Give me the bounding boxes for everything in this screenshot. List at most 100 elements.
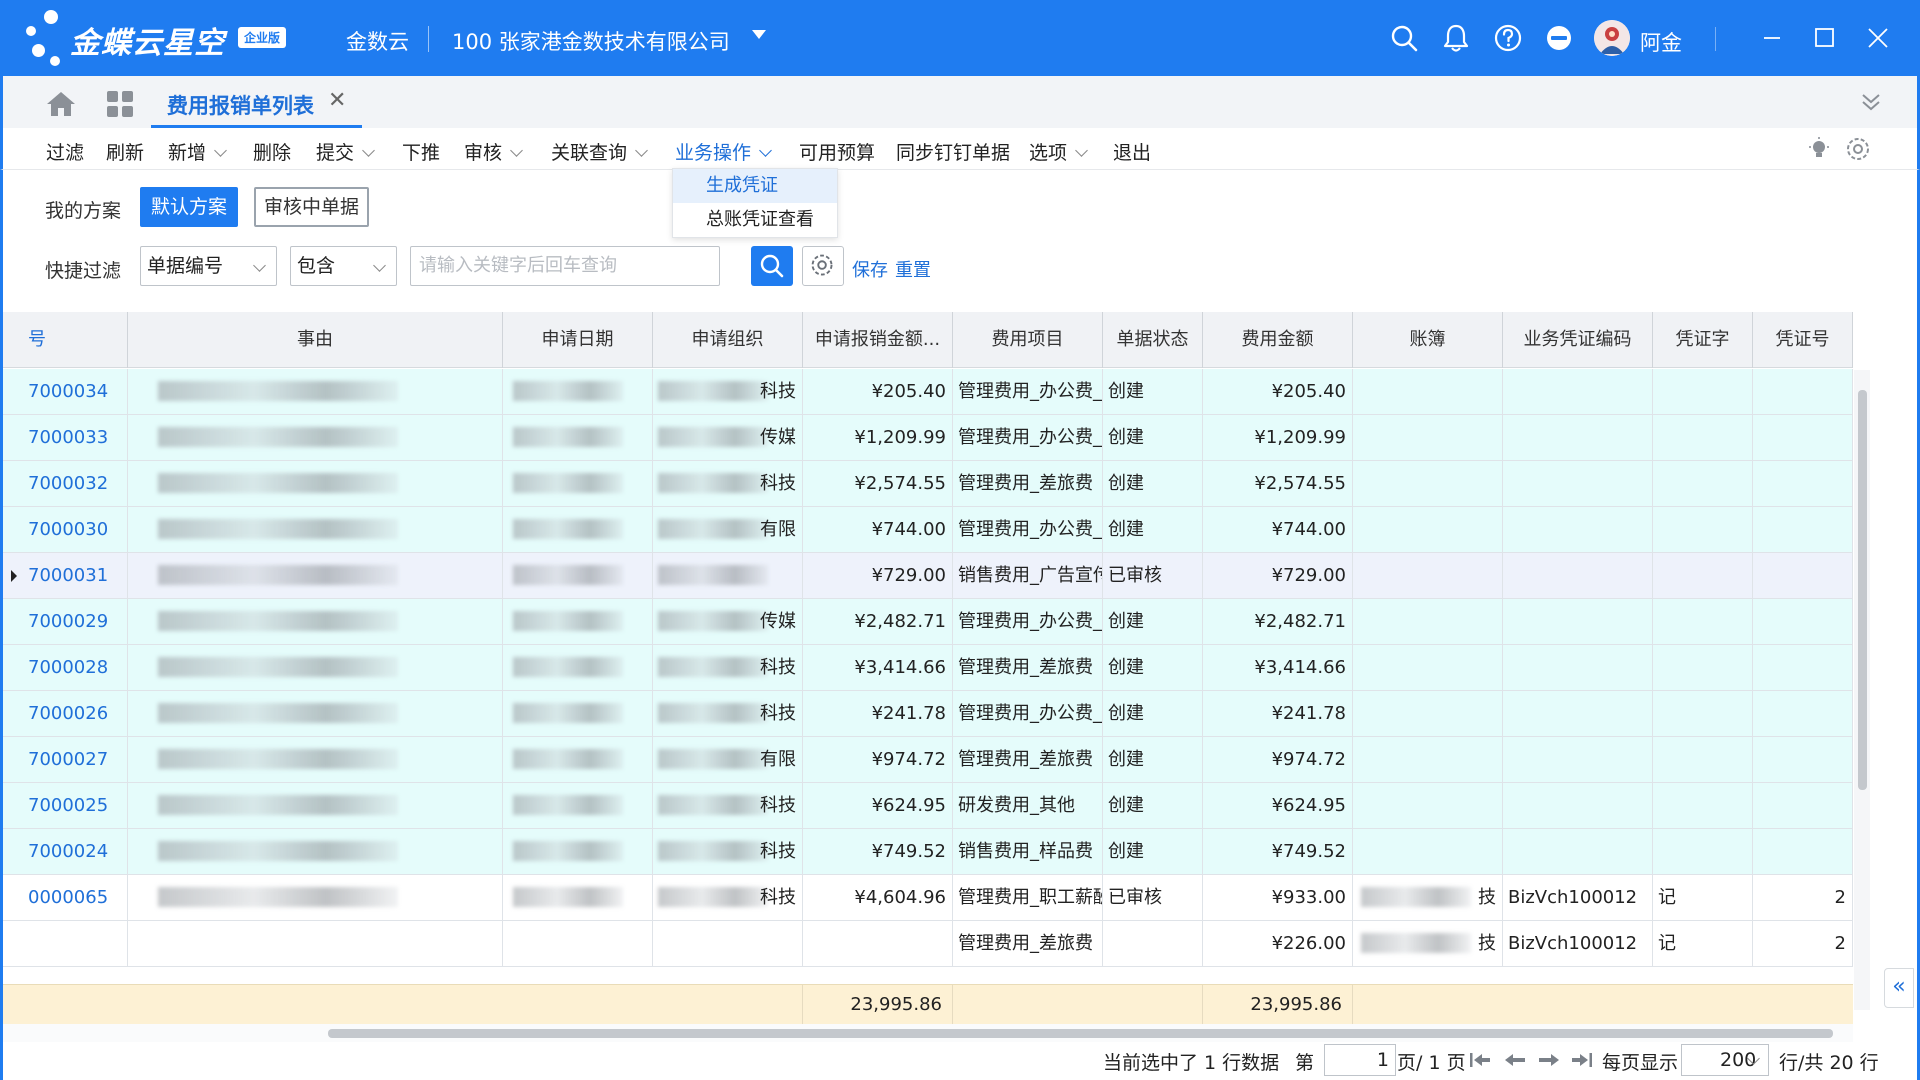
sync-dingtalk-button[interactable]: 同步钉钉单据 <box>896 138 1010 165</box>
scrollbar-thumb[interactable] <box>1858 390 1867 790</box>
col-header-reason[interactable]: 事由 <box>128 312 503 368</box>
delete-button[interactable]: 删除 <box>253 138 291 165</box>
scheme-default-button[interactable]: 默认方案 <box>140 187 238 227</box>
last-page-icon[interactable] <box>1570 1050 1594 1070</box>
cell-number[interactable]: 7000026 <box>3 691 128 737</box>
maximize-icon[interactable] <box>1808 22 1840 54</box>
col-header-number[interactable]: 号 <box>3 312 128 368</box>
business-operation-button[interactable]: 业务操作 <box>675 138 772 165</box>
menu-item-gl-voucher-view[interactable]: 总账凭证查看 <box>673 203 837 237</box>
table-row[interactable]: 7000027 有限 ¥974.72 管理费用_差旅费 创建 ¥974.72 <box>3 737 1853 783</box>
chevron-down-icon[interactable] <box>214 144 227 157</box>
apps-grid-icon[interactable] <box>106 90 134 118</box>
cell-number[interactable] <box>3 921 128 967</box>
table-row[interactable]: 0000065 科技 ¥4,604.96 管理费用_职工薪酬 已审核 ¥933.00 技 Bi… <box>3 875 1853 921</box>
filter-settings-button[interactable] <box>802 246 844 286</box>
chevron-down-icon[interactable] <box>635 144 648 157</box>
lightbulb-icon[interactable] <box>1807 136 1831 162</box>
filter-button[interactable]: 过滤 <box>46 138 84 165</box>
double-chevron-down-icon[interactable] <box>1859 90 1883 114</box>
help-icon[interactable] <box>1492 22 1524 54</box>
cell-number[interactable]: 7000030 <box>3 507 128 553</box>
first-page-icon[interactable] <box>1468 1050 1492 1070</box>
cell-number[interactable]: 7000029 <box>3 599 128 645</box>
gear-icon[interactable] <box>1845 136 1871 162</box>
col-header-fee[interactable]: 费用金额 <box>1203 312 1353 368</box>
page-input[interactable]: 1 <box>1324 1044 1396 1076</box>
col-header-apply-date[interactable]: 申请日期 <box>503 312 653 368</box>
avatar[interactable] <box>1594 20 1630 56</box>
cell-number[interactable]: 0000065 <box>3 875 128 921</box>
table-row[interactable]: 7000030 有限 ¥744.00 管理费用_办公费_ 创建 ¥744.00 <box>3 507 1853 553</box>
cell-number[interactable]: 7000027 <box>3 737 128 783</box>
user-name[interactable]: 阿金 <box>1640 27 1682 57</box>
next-page-icon[interactable] <box>1537 1050 1561 1070</box>
search-input[interactable]: 请输入关键字后回车查询 <box>410 246 720 286</box>
table-row[interactable]: 7000024 科技 ¥749.52 销售费用_样品费 创建 ¥749.52 <box>3 829 1853 875</box>
home-icon[interactable] <box>45 90 77 118</box>
options-button[interactable]: 选项 <box>1029 138 1088 165</box>
scrollbar-thumb[interactable] <box>328 1029 1833 1038</box>
double-chevron-left-icon[interactable]: « <box>1884 968 1914 1008</box>
col-header-voucher-no[interactable]: 凭证号 <box>1753 312 1853 368</box>
col-header-apply-org[interactable]: 申请组织 <box>653 312 803 368</box>
col-header-status[interactable]: 单据状态 <box>1103 312 1203 368</box>
audit-button[interactable]: 审核 <box>464 138 523 165</box>
chevron-down-icon[interactable] <box>362 144 375 157</box>
cell-number[interactable]: 7000032 <box>3 461 128 507</box>
bell-icon[interactable] <box>1440 22 1472 54</box>
table-row[interactable]: 管理费用_差旅费 ¥226.00 技 BizVch100012 记 2 <box>3 921 1853 967</box>
submit-button[interactable]: 提交 <box>316 138 375 165</box>
table-row[interactable]: 7000029 传媒 ¥2,482.71 管理费用_办公费_ 创建 ¥2,482.71 <box>3 599 1853 645</box>
tab-close-icon[interactable]: ✕ <box>328 90 346 125</box>
selection-status: 当前选中了 1 行数据 <box>1103 1052 1280 1074</box>
col-header-expense-item[interactable]: 费用项目 <box>953 312 1103 368</box>
col-header-voucher-word[interactable]: 凭证字 <box>1653 312 1753 368</box>
search-button[interactable] <box>751 246 793 286</box>
tab-expense-list[interactable]: 费用报销单列表 ✕ <box>151 76 363 128</box>
table-row[interactable]: 7000026 科技 ¥241.78 管理费用_办公费_ 创建 ¥241.78 <box>3 691 1853 737</box>
menu-item-generate-voucher[interactable]: 生成凭证 <box>673 169 837 203</box>
save-scheme-link[interactable]: 保存 <box>852 256 888 282</box>
push-down-button[interactable]: 下推 <box>402 138 440 165</box>
col-header-book[interactable]: 账簿 <box>1353 312 1503 368</box>
linked-query-button[interactable]: 关联查询 <box>551 138 648 165</box>
refresh-button[interactable]: 刷新 <box>106 138 144 165</box>
cell-number[interactable]: 7000033 <box>3 415 128 461</box>
page-size-select[interactable]: 200 <box>1681 1044 1769 1076</box>
chevron-down-icon[interactable] <box>510 144 523 157</box>
vertical-scrollbar[interactable] <box>1854 370 1870 1010</box>
cell-expense-item: 管理费用_职工薪酬 <box>953 875 1103 921</box>
table-row[interactable]: 7000031 ¥729.00 销售费用_广告宣传 已审核 ¥729.00 <box>3 553 1853 599</box>
available-budget-button[interactable]: 可用预算 <box>799 138 875 165</box>
cell-number[interactable]: 7000034 <box>3 369 128 415</box>
cell-number[interactable]: 7000031 <box>3 553 128 599</box>
company-selector[interactable]: 100 张家港金数技术有限公司 <box>452 26 730 56</box>
table-row[interactable]: 7000033 传媒 ¥1,209.99 管理费用_办公费_ 创建 ¥1,209.99 <box>3 415 1853 461</box>
cell-number[interactable]: 7000028 <box>3 645 128 691</box>
table-row[interactable]: 7000025 科技 ¥624.95 研发费用_其他 创建 ¥624.95 <box>3 783 1853 829</box>
previous-page-icon[interactable] <box>1503 1050 1527 1070</box>
chevron-down-icon[interactable] <box>1075 144 1088 157</box>
new-button[interactable]: 新增 <box>168 138 227 165</box>
col-header-voucher-code[interactable]: 业务凭证编码 <box>1503 312 1653 368</box>
caret-down-icon[interactable] <box>752 30 766 39</box>
chevron-down-icon[interactable] <box>759 144 772 157</box>
nav-link-jinshuyun[interactable]: 金数云 <box>346 26 409 56</box>
filter-operator-select[interactable]: 包含 <box>290 246 397 286</box>
horizontal-scrollbar[interactable] <box>3 1024 1853 1042</box>
search-icon[interactable] <box>1388 22 1420 54</box>
exit-button[interactable]: 退出 <box>1113 138 1151 165</box>
table-row[interactable]: 7000034 科技 ¥205.40 管理费用_办公费_ 创建 ¥205.40 <box>3 369 1853 415</box>
close-icon[interactable] <box>1862 22 1894 54</box>
col-header-apply-amount[interactable]: 申请报销金额... <box>803 312 953 368</box>
filter-field-select[interactable]: 单据编号 <box>140 246 277 286</box>
scheme-in-review-button[interactable]: 审核中单据 <box>254 187 369 227</box>
table-row[interactable]: 7000032 科技 ¥2,574.55 管理费用_差旅费 创建 ¥2,574.55 <box>3 461 1853 507</box>
cell-number[interactable]: 7000025 <box>3 783 128 829</box>
table-row[interactable]: 7000028 科技 ¥3,414.66 管理费用_差旅费 创建 ¥3,414.66 <box>3 645 1853 691</box>
reset-link[interactable]: 重置 <box>895 256 931 282</box>
minimize-icon[interactable] <box>1756 22 1788 54</box>
minus-circle-icon[interactable] <box>1543 22 1575 54</box>
cell-number[interactable]: 7000024 <box>3 829 128 875</box>
